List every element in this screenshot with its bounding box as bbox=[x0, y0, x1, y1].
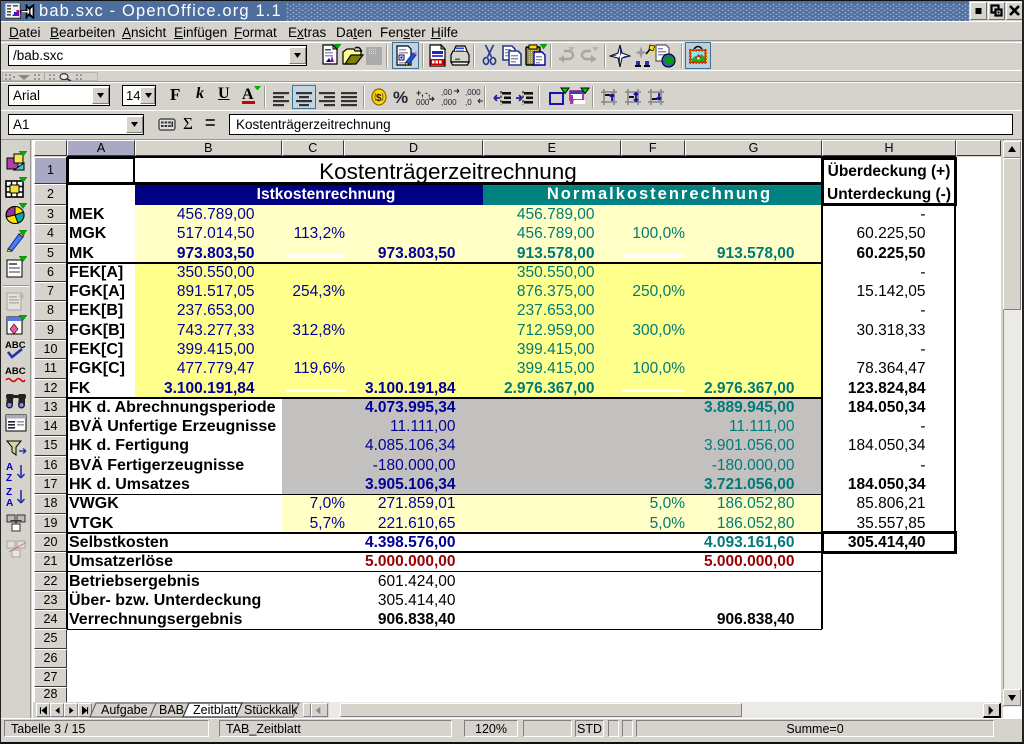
svg-text:,000: ,000 bbox=[465, 88, 481, 97]
svg-text:Z: Z bbox=[6, 473, 12, 483]
svg-text:+,: +, bbox=[416, 88, 424, 98]
svg-text:Aufgabe: Aufgabe bbox=[101, 703, 148, 717]
svg-text:,00: ,00 bbox=[441, 88, 453, 97]
svg-text:%: % bbox=[393, 88, 408, 107]
svg-text:Z: Z bbox=[6, 487, 12, 498]
svg-text:A: A bbox=[242, 86, 254, 103]
svg-text:Stückkalk: Stückkalk bbox=[244, 703, 298, 717]
svg-text:,000: ,000 bbox=[441, 98, 457, 107]
svg-text:Zeitblatt: Zeitblatt bbox=[193, 703, 238, 717]
svg-text:ABC: ABC bbox=[5, 340, 26, 351]
svg-text:$: $ bbox=[376, 93, 382, 104]
svg-text:000: 000 bbox=[416, 98, 430, 107]
svg-text:A: A bbox=[6, 462, 13, 473]
svg-text:BAB: BAB bbox=[159, 703, 184, 717]
svg-text:ABC: ABC bbox=[5, 366, 26, 377]
svg-text:A: A bbox=[6, 498, 13, 508]
svg-text:,0: ,0 bbox=[465, 98, 472, 107]
svg-text:-,: -, bbox=[425, 88, 431, 98]
